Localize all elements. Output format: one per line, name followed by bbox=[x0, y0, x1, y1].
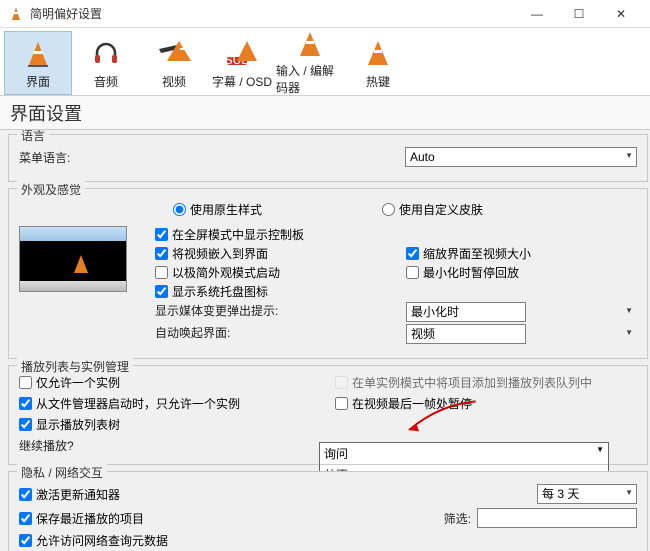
group-privacy-title: 隐私 / 网络交互 bbox=[17, 464, 107, 481]
settings-scroll[interactable]: 语言 菜单语言: Auto 外观及感觉 使用原生样式 使用自定义皮肤 在全屏模式… bbox=[0, 130, 650, 551]
tab-hotkey-label: 热键 bbox=[366, 73, 390, 90]
cb-pause-minimize[interactable]: 最小化时暂停回放 bbox=[406, 264, 637, 281]
tab-audio-label: 音频 bbox=[94, 73, 118, 90]
cb-systray[interactable]: 显示系统托盘图标 bbox=[155, 283, 386, 300]
maximize-button[interactable]: ☐ bbox=[558, 0, 600, 27]
cb-one-instance[interactable]: 仅允许一个实例 bbox=[19, 374, 321, 391]
tab-interface-label: 界面 bbox=[26, 73, 50, 90]
cb-save-recent[interactable]: 保存最近播放的项目 bbox=[19, 510, 438, 527]
subtitle-icon: SUB bbox=[224, 37, 260, 71]
chevron-down-icon: ▼ bbox=[596, 445, 604, 462]
radio-custom-skin[interactable]: 使用自定义皮肤 bbox=[382, 201, 483, 218]
codec-icon bbox=[292, 30, 328, 60]
clapper-icon bbox=[156, 37, 192, 71]
media-change-label: 显示媒体变更弹出提示: bbox=[155, 302, 386, 322]
tab-hotkey[interactable]: 热键 bbox=[344, 31, 412, 95]
minimize-button[interactable]: — bbox=[516, 0, 558, 27]
radio-native-style[interactable]: 使用原生样式 bbox=[173, 201, 262, 218]
tab-subs-label: 字幕 / OSD bbox=[212, 73, 272, 90]
group-playlist: 播放列表与实例管理 仅允许一个实例 在单实例模式中将项目添加到播放列表队列中 从… bbox=[8, 365, 648, 465]
group-privacy: 隐私 / 网络交互 激活更新通知器 每 3 天 保存最近播放的项目 筛选: 允许… bbox=[8, 471, 648, 551]
window-title: 简明偏好设置 bbox=[30, 5, 516, 22]
group-look-title: 外观及感觉 bbox=[17, 181, 85, 198]
auto-raise-select[interactable]: 视频 bbox=[406, 324, 526, 344]
filter-input[interactable] bbox=[477, 508, 637, 528]
media-change-select[interactable]: 最小化时 bbox=[406, 302, 526, 322]
hotkey-icon bbox=[360, 37, 396, 71]
close-button[interactable]: ✕ bbox=[600, 0, 642, 27]
tab-audio[interactable]: 音频 bbox=[72, 31, 140, 95]
cb-allow-net-meta[interactable]: 允许访问网络查询元数据 bbox=[19, 532, 168, 549]
category-tabs: 界面 音频 视频 SUB 字幕 / OSD 输入 / 编解码器 热键 bbox=[0, 28, 650, 96]
tab-subs[interactable]: SUB 字幕 / OSD bbox=[208, 31, 276, 95]
group-look: 外观及感觉 使用原生样式 使用自定义皮肤 在全屏模式中显示控制板 将视频嵌入到界… bbox=[8, 188, 648, 359]
menu-lang-select[interactable]: Auto bbox=[405, 147, 637, 167]
section-header: 界面设置 bbox=[0, 96, 650, 130]
continue-label: 继续播放? bbox=[19, 437, 321, 454]
update-freq-select[interactable]: 每 3 天 bbox=[537, 484, 637, 504]
cb-single-enqueue: 在单实例模式中将项目添加到播放列表队列中 bbox=[335, 374, 637, 391]
continue-current[interactable]: 询问▼ bbox=[320, 443, 608, 465]
cb-fullscreen-ctrl[interactable]: 在全屏模式中显示控制板 bbox=[155, 226, 386, 243]
app-icon bbox=[8, 6, 24, 22]
tab-video-label: 视频 bbox=[162, 73, 186, 90]
preview-thumbnail bbox=[19, 226, 127, 292]
tab-codec-label: 输入 / 编解码器 bbox=[276, 62, 344, 96]
filter-label: 筛选: bbox=[444, 510, 471, 527]
section-header-text: 界面设置 bbox=[10, 100, 82, 126]
group-playlist-title: 播放列表与实例管理 bbox=[17, 358, 133, 375]
headphones-icon bbox=[88, 37, 124, 71]
title-bar: 简明偏好设置 — ☐ ✕ bbox=[0, 0, 650, 28]
group-language-title: 语言 bbox=[17, 130, 49, 144]
tab-video[interactable]: 视频 bbox=[140, 31, 208, 95]
cb-from-fm-one[interactable]: 从文件管理器启动时，只允许一个实例 bbox=[19, 395, 321, 412]
cb-playlist-tree[interactable]: 显示播放列表树 bbox=[19, 416, 321, 433]
cone-icon bbox=[20, 37, 56, 71]
cb-pause-last-frame[interactable]: 在视频最后一帧处暂停 bbox=[335, 395, 637, 412]
cb-embed-video[interactable]: 将视频嵌入到界面 bbox=[155, 245, 386, 262]
cb-update-notify[interactable]: 激活更新通知器 bbox=[19, 486, 531, 503]
menu-lang-label: 菜单语言: bbox=[19, 149, 399, 166]
cb-resize-to-video[interactable]: 缩放界面至视频大小 bbox=[406, 245, 637, 262]
cb-minimal-start[interactable]: 以极简外观模式启动 bbox=[155, 264, 386, 281]
auto-raise-label: 自动唤起界面: bbox=[155, 324, 386, 344]
group-language: 语言 菜单语言: Auto bbox=[8, 134, 648, 182]
tab-interface[interactable]: 界面 bbox=[4, 31, 72, 95]
tab-codec[interactable]: 输入 / 编解码器 bbox=[276, 31, 344, 95]
